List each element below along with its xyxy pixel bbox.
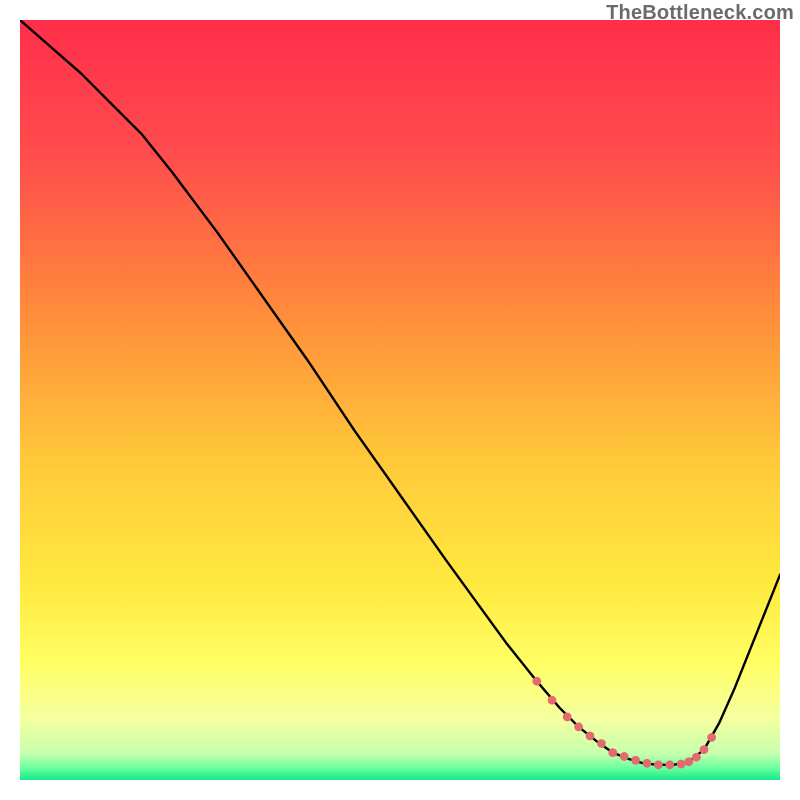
plot-svg bbox=[20, 20, 780, 780]
highlight-marker bbox=[532, 677, 541, 686]
highlight-marker bbox=[608, 748, 617, 757]
highlight-marker bbox=[563, 713, 572, 722]
highlight-marker bbox=[692, 753, 701, 762]
highlight-marker bbox=[700, 745, 709, 754]
highlight-marker bbox=[707, 733, 716, 742]
highlight-marker bbox=[631, 756, 640, 765]
highlight-marker bbox=[654, 760, 663, 769]
highlight-marker bbox=[620, 752, 629, 761]
plot-area bbox=[20, 20, 780, 780]
highlight-marker bbox=[548, 696, 557, 705]
highlight-marker bbox=[684, 757, 693, 766]
highlight-marker bbox=[643, 759, 652, 768]
highlight-marker bbox=[677, 760, 686, 769]
highlight-marker bbox=[574, 722, 583, 731]
chart-stage: TheBottleneck.com bbox=[0, 0, 800, 800]
highlight-marker bbox=[665, 760, 674, 769]
highlight-marker bbox=[597, 739, 606, 748]
gradient-background bbox=[20, 20, 780, 780]
highlight-marker bbox=[586, 732, 595, 741]
